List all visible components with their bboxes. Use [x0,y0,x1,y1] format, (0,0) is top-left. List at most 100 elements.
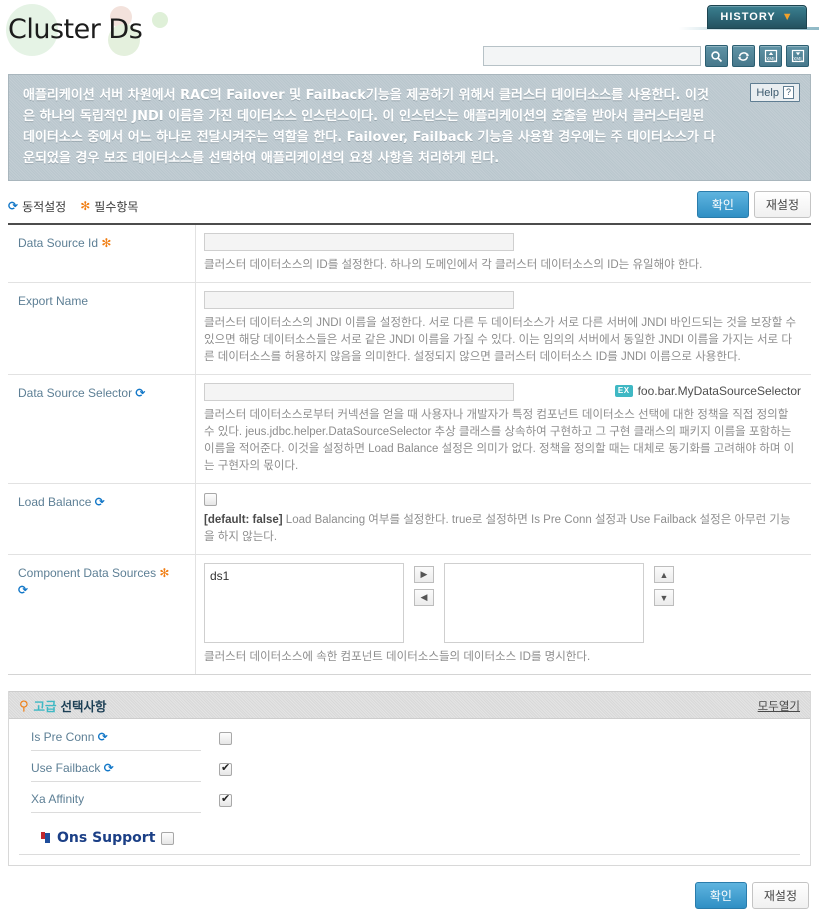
field-description: 클러스터 데이터소스로부터 커넥션을 얻을 때 사용자나 개발자가 특정 컴포넌… [204,409,795,472]
xml-import-button[interactable]: XML [759,45,782,67]
is-pre-conn-checkbox[interactable] [219,731,232,745]
list-item[interactable]: ds1 [210,568,398,584]
row-field-use-failback [219,762,232,782]
export-name-input[interactable] [204,291,514,309]
settings-form: Data Source Id ✻ 클러스터 데이터소스의 ID를 설정한다. 하… [8,225,811,676]
move-up-button[interactable]: ▲ [654,566,674,584]
label-text: Is Pre Conn [31,730,95,745]
xa-affinity-checkbox[interactable] [219,793,232,807]
legend-dynamic-label: 동적설정 [22,199,67,214]
default-note: [default: false] [204,514,283,527]
group-node-icon [41,832,51,844]
move-left-button[interactable]: ◀ [414,589,434,607]
pin-icon: ⚲ [19,697,29,713]
description-panel: 애플리케이션 서버 차원에서 RAC의 Failover 및 Failback기… [8,74,811,181]
dual-list-selector: ds1 ▶ ◀ ▲ ▼ [204,563,801,644]
reorder-buttons: ▲ ▼ [654,563,674,607]
row-label-component-data-sources: Component Data Sources ✻ ⟳ [8,555,196,675]
svg-text:XML: XML [766,56,776,62]
table-row: Export Name 클러스터 데이터소스의 JNDI 이름을 설정한다. 서… [8,283,811,375]
dynamic-config-icon: ⟳ [103,761,114,776]
page-title: Cluster Ds [8,14,143,45]
advanced-section: ⚲ 고급 선택사항 모두열기 Is Pre Conn ⟳ Use Failbac… [8,691,811,867]
label-text: Load Balance [18,495,92,509]
example-badge: EX [614,385,633,397]
row-label-is-pre-conn: Is Pre Conn ⟳ [31,730,201,752]
field-description: 클러스터 데이터소스의 ID를 설정한다. 하나의 도메인에서 각 클러스터 데… [204,259,703,271]
row-field-xa-affinity [219,793,232,813]
search-input[interactable] [483,46,701,66]
required-asterisk-icon: ✻ [101,236,112,250]
required-asterisk-icon: ✻ [159,566,170,581]
row-field-data-source-id: 클러스터 데이터소스의 ID를 설정한다. 하나의 도메인에서 각 클러스터 데… [196,225,811,282]
label-text: Xa Affinity [31,792,85,807]
history-button[interactable]: HISTORY ▼ [707,5,807,29]
confirm-button-top[interactable]: 확인 [696,191,749,218]
dynamic-config-icon: ⟳ [135,386,146,400]
row-label-export-name: Export Name [8,283,196,374]
table-row: Component Data Sources ✻ ⟳ ds1 ▶ ◀ ▲ ▼ 클… [8,555,811,675]
dynamic-config-icon: ⟳ [8,199,19,213]
example-text: foo.bar.MyDataSourceSelector [637,384,801,398]
refresh-button[interactable] [732,45,755,67]
history-label: HISTORY [720,11,776,23]
advanced-body: Is Pre Conn ⟳ Use Failback ⟳ Xa Affinity [9,719,810,866]
row-field-data-source-selector: EX foo.bar.MyDataSourceSelector 클러스터 데이터… [196,375,811,483]
field-description: 클러스터 데이터소스에 속한 컴포넌트 데이터소스들의 데이터소스 ID를 명시… [204,651,591,664]
ons-support-checkbox[interactable] [161,831,175,845]
available-list[interactable]: ds1 [204,563,404,644]
load-balance-checkbox[interactable] [204,493,217,507]
legend-dynamic: ⟳ 동적설정 [8,198,66,215]
row-label-load-balance: Load Balance ⟳ [8,484,196,555]
row-field-is-pre-conn [219,731,232,751]
field-description: 클러스터 데이터소스의 JNDI 이름을 설정한다. 서로 다른 두 데이터소스… [204,317,797,363]
label-text: Data Source Id [18,236,99,250]
table-row: Use Failback ⟳ [9,756,810,787]
data-source-selector-input[interactable] [204,383,514,401]
label-text: Export Name [18,294,89,308]
legend-bar: ⟳ 동적설정 ✻ 필수항목 확인 재설정 [8,191,811,225]
decorative-circle [152,12,168,28]
refresh-icon [738,51,749,61]
row-field-load-balance: [default: false] Load Balancing 여부를 설정한다… [196,484,811,554]
page-header: Cluster Ds HISTORY ▼ XML XML [0,0,819,70]
use-failback-checkbox[interactable] [219,762,232,776]
data-source-id-input[interactable] [204,233,514,251]
advanced-header: ⚲ 고급 선택사항 모두열기 [9,691,810,720]
move-down-button[interactable]: ▼ [654,589,674,607]
label-text: Component Data Sources [18,566,157,581]
ons-support-group[interactable]: Ons Support [19,822,800,856]
row-label-data-source-selector: Data Source Selector ⟳ [8,375,196,483]
reset-button-bottom[interactable]: 재설정 [751,882,809,910]
help-button[interactable]: Help ? [750,83,800,102]
chevron-down-icon: ▼ [781,11,794,23]
xml-export-icon: XML [791,49,804,62]
search-toolbar: XML XML [483,45,809,67]
selected-list[interactable] [444,563,644,644]
example-hint: EX foo.bar.MyDataSourceSelector [614,384,801,398]
search-icon [711,50,723,62]
row-label-data-source-id: Data Source Id ✻ [8,225,196,282]
row-field-export-name: 클러스터 데이터소스의 JNDI 이름을 설정한다. 서로 다른 두 데이터소스… [196,283,811,374]
advanced-title: 선택사항 [60,699,107,714]
table-row: Data Source Selector ⟳ EX foo.bar.MyData… [8,375,811,484]
description-text: 애플리케이션 서버 차원에서 RAC의 Failover 및 Failback기… [23,88,716,166]
bottom-action-buttons: 확인 재설정 [0,882,809,910]
row-label-xa-affinity: Xa Affinity [31,792,201,814]
reset-button-top[interactable]: 재설정 [753,191,811,218]
expand-all-link[interactable]: 모두열기 [758,698,800,714]
transfer-buttons: ▶ ◀ [414,563,434,607]
legend-required-label: 필수항목 [94,199,139,214]
help-label: Help [756,86,779,99]
search-button[interactable] [705,45,728,67]
move-right-button[interactable]: ▶ [414,566,434,584]
svg-text:XML: XML [793,56,803,62]
table-row: Load Balance ⟳ [default: false] Load Bal… [8,484,811,556]
question-mark-icon: ? [782,86,794,99]
row-label-use-failback: Use Failback ⟳ [31,761,201,783]
table-row: Data Source Id ✻ 클러스터 데이터소스의 ID를 설정한다. 하… [8,225,811,283]
required-asterisk-icon: ✻ [80,199,91,213]
confirm-button-bottom[interactable]: 확인 [694,882,747,910]
ons-support-label: Ons Support [57,830,156,847]
xml-export-button[interactable]: XML [786,45,809,67]
